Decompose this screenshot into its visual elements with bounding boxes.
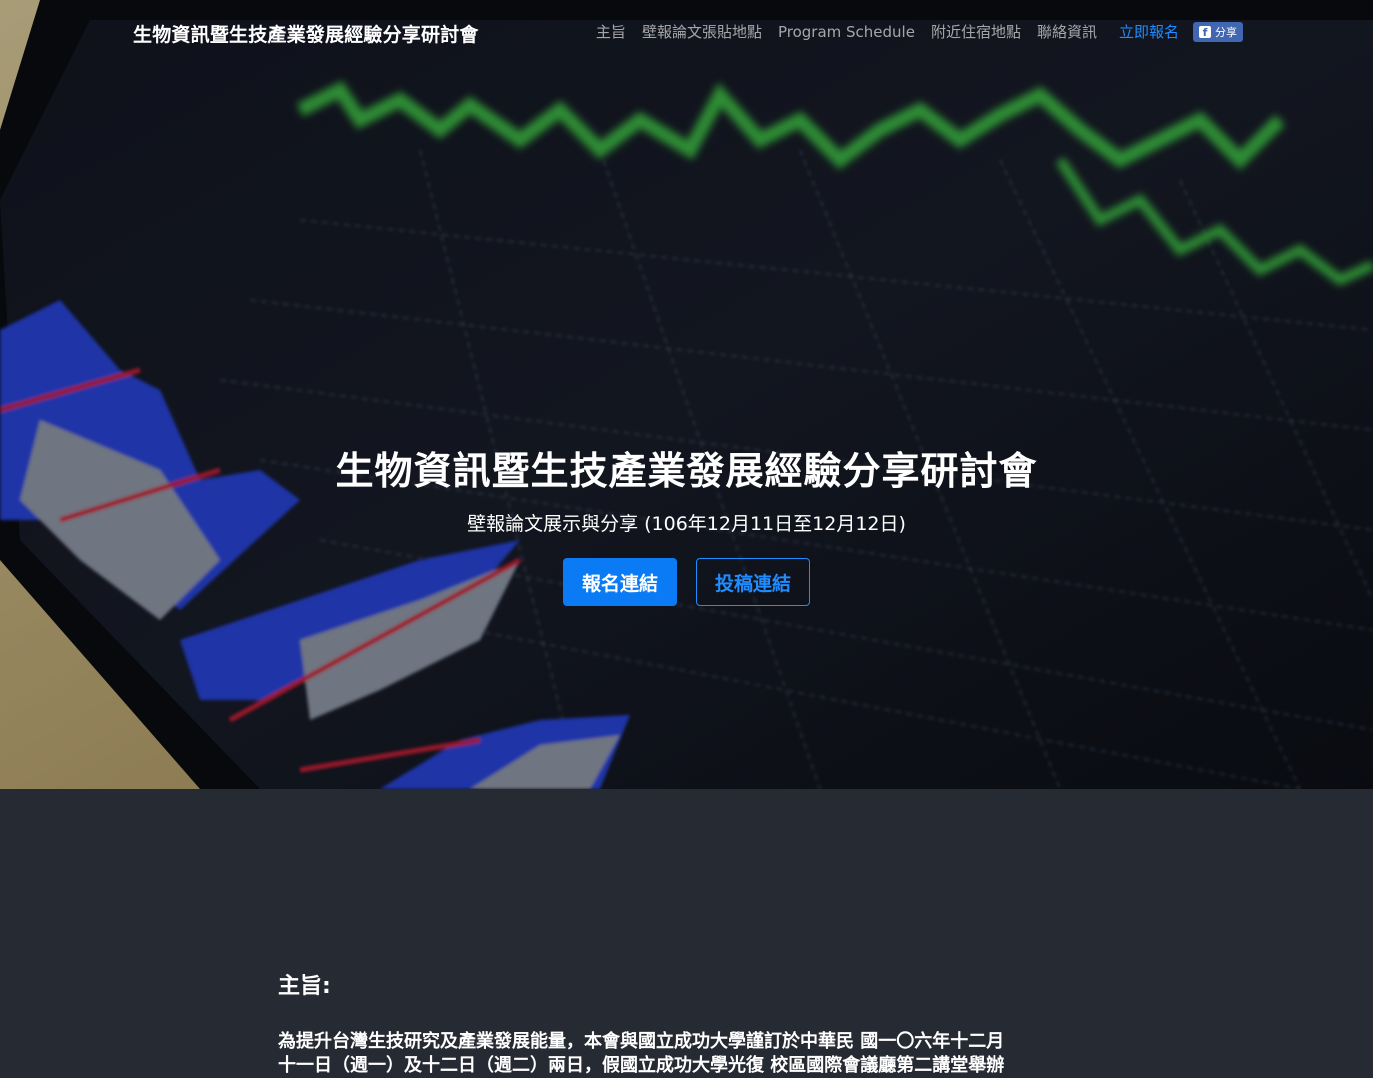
share-label: 分享: [1215, 25, 1237, 39]
nav-link-program-schedule[interactable]: Program Schedule: [770, 23, 923, 41]
hero-title: 生物資訊暨生技產業發展經驗分享研討會: [335, 449, 1038, 493]
hero-overlay: [0, 0, 1373, 789]
hero-content: 生物資訊暨生技產業發展經驗分享研討會 壁報論文展示與分享 (106年12月11日…: [0, 440, 1373, 606]
nav-link-purpose[interactable]: 主旨: [588, 21, 634, 42]
facebook-share-button[interactable]: f 分享: [1193, 21, 1243, 42]
top-navbar: 生物資訊暨生技產業發展經驗分享研討會 主旨 壁報論文張貼地點 Program S…: [0, 0, 1373, 64]
nav-link-lodging[interactable]: 附近住宿地點: [923, 21, 1029, 42]
purpose-line-1: 為提升台灣生技研究及產業發展能量，本會與國立成功大學謹訂於中華民 國一〇六年十二…: [278, 1031, 1005, 1052]
purpose-line-2: 十一日（週一）及十二日（週二）兩日，假國立成功大學光復 校區國際會議廳第二講堂舉…: [278, 1055, 1005, 1076]
purpose-heading: 主旨:: [278, 974, 331, 999]
hero-subtitle: 壁報論文展示與分享 (106年12月11日至12月12日): [467, 513, 906, 535]
facebook-icon: f: [1199, 25, 1211, 39]
hero-section: 生物資訊暨生技產業發展經驗分享研討會 主旨 壁報論文張貼地點 Program S…: [0, 0, 1373, 789]
nav-menu: 主旨 壁報論文張貼地點 Program Schedule 附近住宿地點 聯絡資訊…: [588, 21, 1243, 42]
submission-link-button[interactable]: 投稿連結: [696, 558, 810, 606]
purpose-text: 為提升台灣生技研究及產業發展能量，本會與國立成功大學謹訂於中華民 國一〇六年十二…: [278, 1030, 1088, 1078]
register-link-button[interactable]: 報名連結: [563, 558, 677, 606]
purpose-section: 主旨: 為提升台灣生技研究及產業發展能量，本會與國立成功大學謹訂於中華民 國一〇…: [278, 968, 1088, 1078]
site-brand[interactable]: 生物資訊暨生技產業發展經驗分享研討會: [133, 20, 479, 47]
nav-link-poster-location[interactable]: 壁報論文張貼地點: [634, 21, 770, 42]
nav-link-contact[interactable]: 聯絡資訊: [1029, 21, 1105, 42]
nav-link-register-now[interactable]: 立即報名: [1111, 21, 1187, 42]
hero-buttons: 報名連結 投稿連結: [0, 558, 1373, 606]
